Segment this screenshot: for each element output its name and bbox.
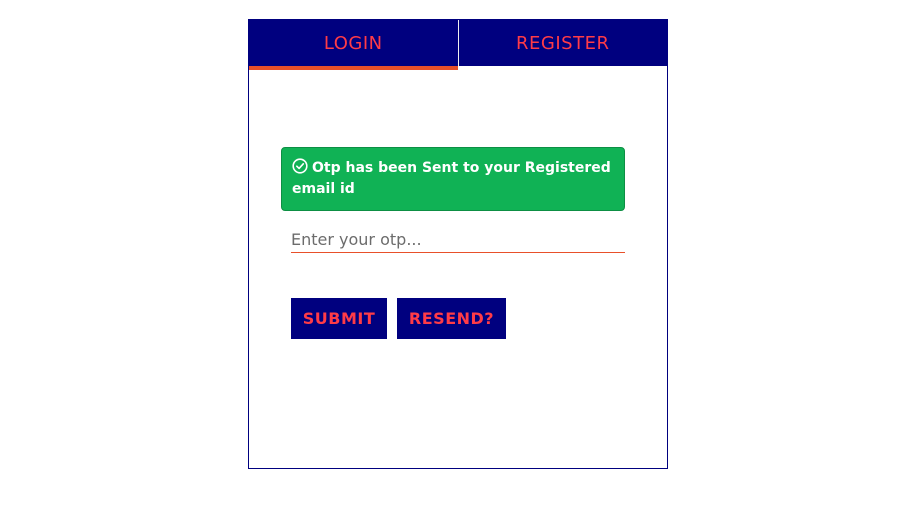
active-tab-indicator bbox=[249, 66, 458, 70]
otp-input[interactable] bbox=[291, 227, 625, 253]
auth-panel: LOGIN REGISTER Otp has been Sent to your… bbox=[248, 19, 668, 469]
tab-register-label: REGISTER bbox=[516, 32, 610, 54]
alert-message: Otp has been Sent to your Registered ema… bbox=[292, 160, 611, 197]
tab-login-label: LOGIN bbox=[323, 32, 383, 54]
tab-register[interactable]: REGISTER bbox=[457, 20, 668, 66]
otp-sent-alert: Otp has been Sent to your Registered ema… bbox=[281, 147, 625, 211]
auth-tabs: LOGIN REGISTER bbox=[249, 20, 667, 66]
tab-login[interactable]: LOGIN bbox=[249, 20, 458, 66]
submit-button[interactable]: SUBMIT bbox=[291, 298, 387, 339]
check-circle-icon bbox=[292, 158, 308, 174]
resend-button[interactable]: RESEND? bbox=[397, 298, 506, 339]
